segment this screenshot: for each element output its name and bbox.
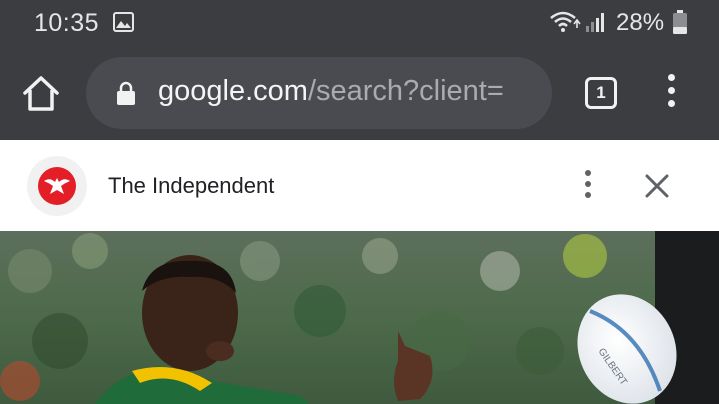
rugby-photo: GILBERT	[0, 231, 719, 404]
battery-percent: 28%	[616, 9, 665, 36]
url-host: google.com	[158, 75, 308, 107]
signal-icon	[586, 13, 604, 32]
source-more-icon[interactable]	[580, 170, 596, 204]
battery-icon	[673, 10, 687, 34]
tab-switcher-button[interactable]: 1	[585, 77, 617, 109]
eagle-logo-icon	[38, 167, 76, 205]
status-bar: 10:35 28%	[0, 0, 719, 46]
status-time: 10:35	[34, 9, 100, 37]
more-vert-icon[interactable]	[660, 74, 682, 112]
url-bar[interactable]: google.com/search?client=	[86, 57, 552, 129]
home-icon[interactable]	[20, 73, 62, 113]
url-path: /search?client=	[307, 75, 504, 107]
source-header: The Independent	[0, 140, 719, 231]
url-text[interactable]: google.com/search?client=	[158, 75, 504, 108]
lock-icon	[117, 81, 135, 105]
wifi-icon	[550, 11, 581, 32]
close-icon[interactable]	[641, 170, 673, 202]
source-title: The Independent	[108, 173, 275, 198]
source-logo[interactable]	[27, 156, 87, 216]
image-icon	[113, 12, 134, 32]
browser-toolbar: google.com/search?client= 1	[0, 46, 719, 140]
article-hero-image[interactable]: GILBERT	[0, 231, 719, 404]
